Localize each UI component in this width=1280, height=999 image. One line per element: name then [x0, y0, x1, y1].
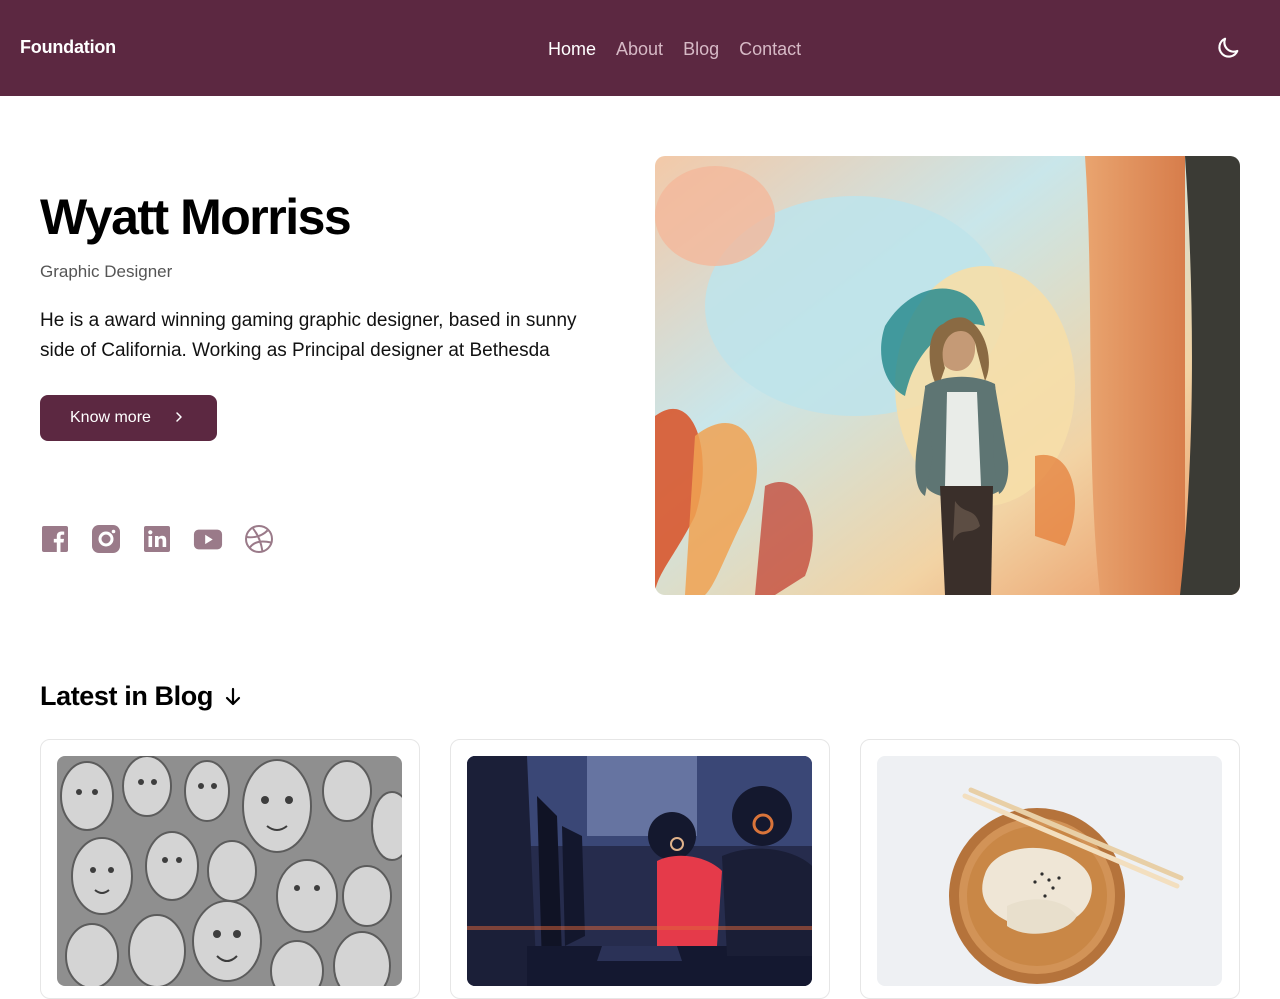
hero-name: Wyatt Morriss — [40, 189, 352, 245]
nav-contact[interactable]: Contact — [739, 38, 801, 60]
blog-card[interactable] — [860, 739, 1240, 999]
nav-blog[interactable]: Blog — [683, 38, 719, 60]
facebook-icon[interactable] — [40, 520, 70, 558]
nav-about[interactable]: About — [616, 38, 663, 60]
brand-logo[interactable]: Foundation — [20, 37, 116, 58]
blog-section-heading: Latest in Blog — [40, 681, 243, 712]
know-more-label: Know more — [70, 409, 151, 426]
know-more-button[interactable]: Know more — [40, 395, 217, 441]
chevron-right-icon — [176, 412, 182, 422]
nav-home[interactable]: Home — [548, 38, 596, 60]
hero-photo — [655, 156, 1240, 595]
top-navigation-bar: Foundation Home About Blog Contact — [0, 0, 1280, 96]
blog-card-image — [877, 756, 1222, 986]
blog-card[interactable] — [450, 739, 830, 999]
instagram-icon[interactable] — [91, 520, 121, 558]
blog-card[interactable] — [40, 739, 420, 999]
linkedin-icon[interactable] — [142, 520, 172, 558]
social-links — [40, 520, 274, 558]
dribbble-icon[interactable] — [244, 520, 274, 558]
blog-card-image — [467, 756, 812, 986]
arrow-down-icon — [225, 687, 241, 705]
hero-bio: He is a award winning gaming graphic des… — [40, 310, 577, 361]
moon-icon[interactable] — [1214, 34, 1242, 62]
youtube-icon[interactable] — [193, 520, 223, 558]
blog-card-image — [57, 756, 402, 986]
blog-heading-text: Latest in Blog — [40, 681, 213, 711]
hero-role: Graphic Designer — [40, 262, 173, 281]
main-nav: Home About Blog Contact — [548, 38, 801, 60]
